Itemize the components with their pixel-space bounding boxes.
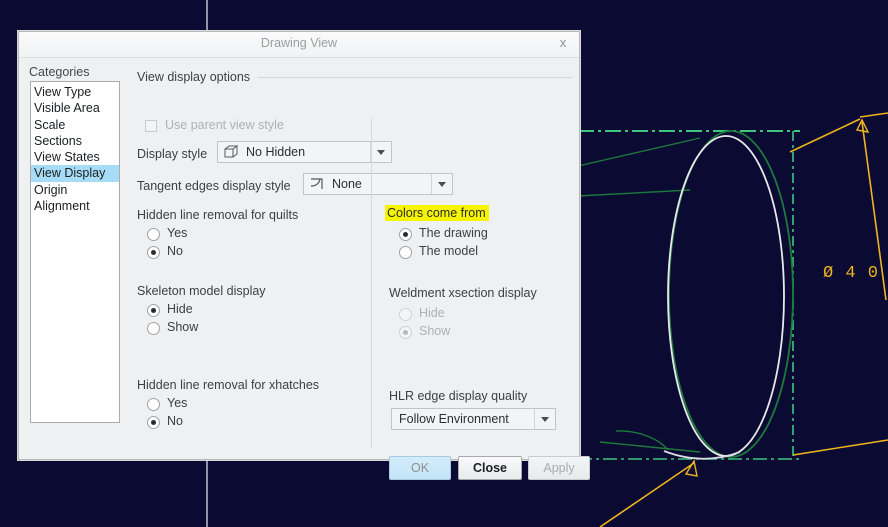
colors-drawing-label: The drawing xyxy=(419,226,488,240)
skeleton-hide-label: Hide xyxy=(167,302,193,316)
skeleton-show-label: Show xyxy=(167,320,199,334)
xhatches-yes-radio[interactable] xyxy=(147,398,160,411)
use-parent-view-style-label: Use parent view style xyxy=(165,118,284,132)
dialog-title: Drawing View xyxy=(260,36,338,50)
weldment-hide-radio xyxy=(399,308,412,321)
colors-model-label: The model xyxy=(419,244,479,258)
dialog-titlebar: Drawing View x xyxy=(19,32,579,58)
skeleton-group-label: Skeleton model display xyxy=(137,284,266,298)
hlr-quality-combobox[interactable]: Follow Environment xyxy=(391,408,556,430)
colors-come-from-label: Colors come from xyxy=(385,205,489,221)
tangent-edge-icon xyxy=(306,174,328,194)
xhatches-no-radio[interactable] xyxy=(147,416,160,429)
skeleton-show-radio[interactable] xyxy=(147,322,160,335)
chevron-down-icon[interactable] xyxy=(534,409,555,429)
close-icon[interactable]: x xyxy=(556,36,570,50)
category-item-scale[interactable]: Scale xyxy=(31,117,119,133)
weldment-show-label: Show xyxy=(419,324,451,338)
display-style-combobox[interactable]: No Hidden xyxy=(217,141,392,163)
view-display-options-header: View display options xyxy=(137,70,251,84)
categories-list[interactable]: View Type Visible Area Scale Sections Vi… xyxy=(30,81,120,423)
quilts-no-radio[interactable] xyxy=(147,246,160,259)
close-button[interactable]: Close xyxy=(458,456,522,480)
apply-button: Apply xyxy=(528,456,590,480)
chevron-down-icon[interactable] xyxy=(370,142,391,162)
screen: Ø 4 0 . 0 Drawing View x Categories View… xyxy=(0,0,888,527)
view-display-panel: View display options Use parent view sty… xyxy=(123,58,579,459)
skeleton-hide-radio[interactable] xyxy=(147,304,160,317)
tangent-edges-combobox[interactable]: None xyxy=(303,173,453,195)
quilts-yes-label: Yes xyxy=(167,226,188,240)
ok-button[interactable]: OK xyxy=(389,456,451,480)
quilts-no-label: No xyxy=(167,244,183,258)
weldment-hide-label: Hide xyxy=(419,306,445,320)
display-style-value: No Hidden xyxy=(246,145,306,159)
category-item-visible-area[interactable]: Visible Area xyxy=(31,100,119,116)
group-divider xyxy=(258,77,573,78)
weldment-show-radio xyxy=(399,326,412,339)
xhatches-yes-label: Yes xyxy=(167,396,188,410)
categories-label: Categories xyxy=(29,65,90,79)
cube-icon xyxy=(220,142,242,162)
weldment-group-label: Weldment xsection display xyxy=(389,286,537,300)
chevron-down-icon[interactable] xyxy=(431,174,452,194)
category-item-sections[interactable]: Sections xyxy=(31,133,119,149)
category-item-view-states[interactable]: View States xyxy=(31,149,119,165)
use-parent-view-style-checkbox[interactable] xyxy=(145,120,157,132)
tangent-edges-value: None xyxy=(332,177,362,191)
xhatches-no-label: No xyxy=(167,414,183,428)
xhatches-group-label: Hidden line removal for xhatches xyxy=(137,378,320,392)
drawing-view-dialog: Drawing View x Categories View Type Visi… xyxy=(18,31,590,480)
category-item-origin[interactable]: Origin xyxy=(31,182,119,198)
category-item-view-display[interactable]: View Display xyxy=(31,165,119,182)
colors-come-from-highlight: Colors come from xyxy=(385,205,489,221)
category-item-view-type[interactable]: View Type xyxy=(31,84,119,100)
hlr-quality-value: Follow Environment xyxy=(399,412,509,426)
category-item-alignment[interactable]: Alignment xyxy=(31,198,119,214)
column-divider xyxy=(371,118,372,448)
hlr-quality-label: HLR edge display quality xyxy=(389,389,528,403)
dimension-text: Ø 4 0 . 0 xyxy=(823,264,888,283)
display-style-label: Display style xyxy=(137,147,208,161)
colors-drawing-radio[interactable] xyxy=(399,228,412,241)
quilts-yes-radio[interactable] xyxy=(147,228,160,241)
quilts-group-label: Hidden line removal for quilts xyxy=(137,208,299,222)
colors-model-radio[interactable] xyxy=(399,246,412,259)
tangent-edges-label: Tangent edges display style xyxy=(137,179,291,193)
